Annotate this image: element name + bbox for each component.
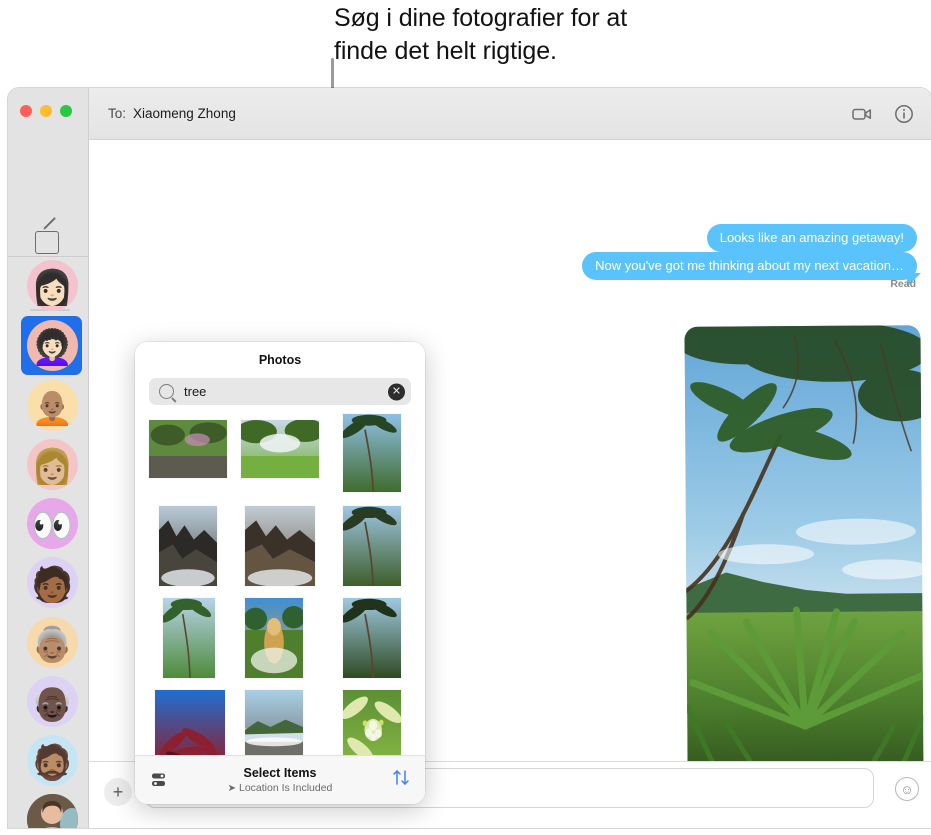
select-items-label[interactable]: Select Items [135,766,425,780]
photos-grid [149,414,411,764]
photos-popover: Photos tree ✕ Select Items ➤ Location Is … [135,342,425,804]
compose-pencil-icon [43,217,57,230]
message-bubble[interactable]: Now you've got me thinking about my next… [582,252,917,280]
photo-meadow-trees[interactable] [241,420,319,478]
avatar: 🧔🏽 [27,735,78,786]
callout-text: Søg i dine fotografier for at finde det … [334,4,628,65]
memoji-glyph: 👵🏽 [31,625,74,664]
message-bubble[interactable]: Looks like an amazing getaway! [706,224,917,252]
sort-updown-icon[interactable] [392,769,410,791]
screenshot-root: Søg i dine fotografier for at finde det … [0,0,931,835]
sidebar-conversation-4[interactable]: 👩🏼 [8,435,88,494]
sidebar-conversation-7[interactable]: 👵🏽 [8,613,88,672]
sidebar-conversation-5[interactable]: 👀 [8,494,88,553]
location-arrow-icon: ➤ [227,782,236,794]
video-camera-icon[interactable] [851,103,873,125]
search-icon [159,384,174,399]
minimize-button[interactable] [40,105,52,117]
avatar: 👩🏻 [27,260,78,311]
avatar: 👀 [27,498,78,549]
memoji-glyph: 👩🏻‍🦱 [31,328,74,367]
location-included-label: ➤ Location Is Included [135,782,425,795]
memoji-glyph: 🧔🏽 [31,743,74,782]
window-traffic-lights [20,105,72,117]
avatar: 👩🏼 [27,439,78,490]
sidebar-conversation-6[interactable]: 🧑🏾 [8,553,88,612]
sidebar-conversation-10[interactable] [8,790,88,828]
photo-forest-rocks[interactable] [149,420,227,478]
smiley-icon[interactable]: ☺ [895,777,919,801]
photo-palms-sky[interactable] [163,598,215,678]
photos-search-field[interactable]: tree ✕ [149,378,411,405]
memoji-glyph: 🧑🏽‍🦲 [31,388,74,427]
close-button[interactable] [20,105,32,117]
memoji-glyph: 👩🏻 [31,268,74,307]
to-label: To: [108,106,127,121]
conversation-titlebar: To: Xiaomeng Zhong [89,88,931,140]
add-attachment-button[interactable]: + [104,778,132,806]
sidebar-conversation-1[interactable]: 👩🏻 [8,256,88,315]
clear-search-icon[interactable]: ✕ [388,383,405,400]
titlebar-actions [851,103,915,125]
avatar [27,794,78,828]
photo-cliff-coast-2[interactable] [245,506,315,586]
recipient-name: Xiaomeng Zhong [133,106,236,121]
popover-footer: Select Items ➤ Location Is Included [135,755,425,804]
photo-palm-path[interactable] [343,598,401,678]
info-icon[interactable] [893,103,915,125]
photo-white-flower[interactable] [343,690,401,764]
layout-toggle-icon[interactable] [151,773,167,788]
sidebar-conversation-2[interactable]: 👩🏻‍🦱 [8,316,88,375]
popover-title: Photos [258,353,302,367]
search-input-value[interactable]: tree [184,384,206,399]
photo-dog-flowers[interactable] [245,598,303,678]
compose-icon[interactable] [35,231,59,254]
photo-cliff-coast-1[interactable] [159,506,217,586]
avatar: 👴🏿 [27,676,78,727]
photo-river-jungle[interactable] [343,506,401,586]
conversations-sidebar: 👩🏻 👩🏻‍🦱 🧑🏽‍🦲 👩🏼 👀 🧑🏾 👵🏽 👴🏿 🧔🏽 [8,88,89,828]
photo-beach-shore[interactable] [245,690,303,764]
attached-photo[interactable] [684,325,924,761]
memoji-glyph: 🧑🏾 [31,565,74,604]
photo-palm-river[interactable] [343,414,401,492]
zoom-button[interactable] [60,105,72,117]
footer-labels: Select Items ➤ Location Is Included [135,766,425,795]
memoji-glyph: 👩🏼 [31,447,74,486]
sidebar-conversation-3[interactable]: 🧑🏽‍🦲 [8,376,88,435]
sidebar-conversation-9[interactable]: 🧔🏽 [8,731,88,790]
avatar: 👵🏽 [27,617,78,668]
memoji-glyph: 👀 [31,506,74,545]
avatar: 🧑🏽‍🦲 [27,380,78,431]
avatar: 🧑🏾 [27,557,78,608]
avatar: 👩🏻‍🦱 [27,320,78,371]
photo-red-leaves[interactable] [155,690,225,764]
sidebar-conversation-8[interactable]: 👴🏿 [8,672,88,731]
memoji-glyph: 👴🏿 [31,684,74,723]
location-included-text: Location Is Included [238,781,333,794]
read-receipt: Read [890,278,916,290]
